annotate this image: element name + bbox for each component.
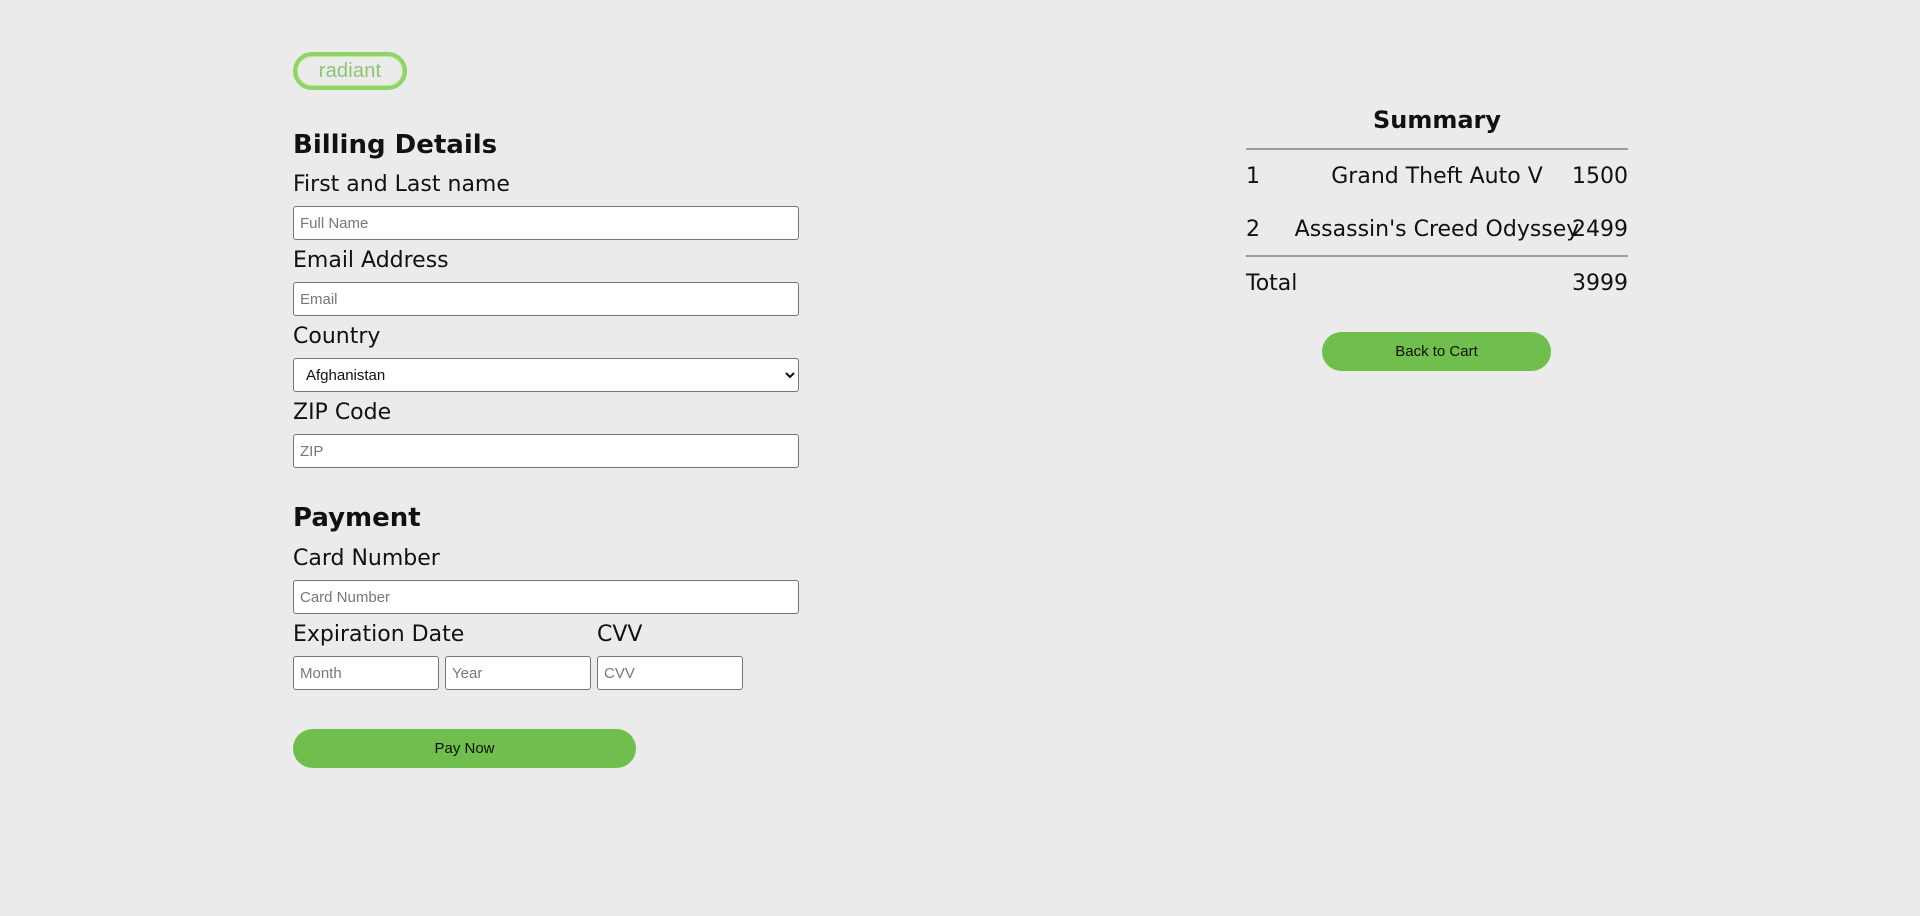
logo-text: radiant — [318, 59, 382, 82]
back-to-cart-button[interactable]: Back to Cart — [1322, 332, 1551, 371]
radiant-logo[interactable]: radiant — [293, 52, 407, 90]
summary-title: Summary — [1372, 106, 1502, 134]
country-label: Country — [293, 324, 381, 349]
summary-top-divider — [1246, 148, 1628, 150]
summary-total-row: Total 3999 — [1246, 271, 1628, 301]
zip-input[interactable] — [293, 434, 799, 468]
email-input[interactable] — [293, 282, 799, 316]
summary-item-name: Grand Theft Auto V — [1331, 164, 1543, 189]
email-label: Email Address — [293, 248, 449, 273]
full-name-input[interactable] — [293, 206, 799, 240]
card-number-input[interactable] — [293, 580, 799, 614]
cvv-input[interactable] — [597, 656, 743, 690]
summary-item-price: 2499 — [1572, 217, 1628, 242]
expiration-date-label: Expiration Date — [293, 622, 465, 647]
payment-heading: Payment — [293, 503, 421, 533]
summary-item-index: 1 — [1246, 164, 1260, 189]
expiration-year-input[interactable] — [445, 656, 591, 690]
summary-item-index: 2 — [1246, 217, 1260, 242]
summary-item-row: Assassin's Creed Odyssey 2 2499 — [1246, 217, 1628, 247]
cvv-label: CVV — [597, 622, 643, 647]
expiration-month-input[interactable] — [293, 656, 439, 690]
summary-total-label: Total — [1246, 271, 1298, 296]
summary-item-price: 1500 — [1572, 164, 1628, 189]
summary-total-divider — [1246, 255, 1628, 257]
summary-item-name: Assassin's Creed Odyssey — [1294, 217, 1580, 242]
billing-details-heading: Billing Details — [293, 130, 498, 160]
full-name-label: First and Last name — [293, 172, 510, 197]
pay-now-button[interactable]: Pay Now — [293, 729, 636, 768]
zip-label: ZIP Code — [293, 400, 392, 425]
country-select[interactable]: Afghanistan — [293, 358, 799, 392]
summary-item-row: Grand Theft Auto V 1 1500 — [1246, 164, 1628, 194]
summary-total-value: 3999 — [1572, 271, 1628, 296]
card-number-label: Card Number — [293, 546, 440, 571]
